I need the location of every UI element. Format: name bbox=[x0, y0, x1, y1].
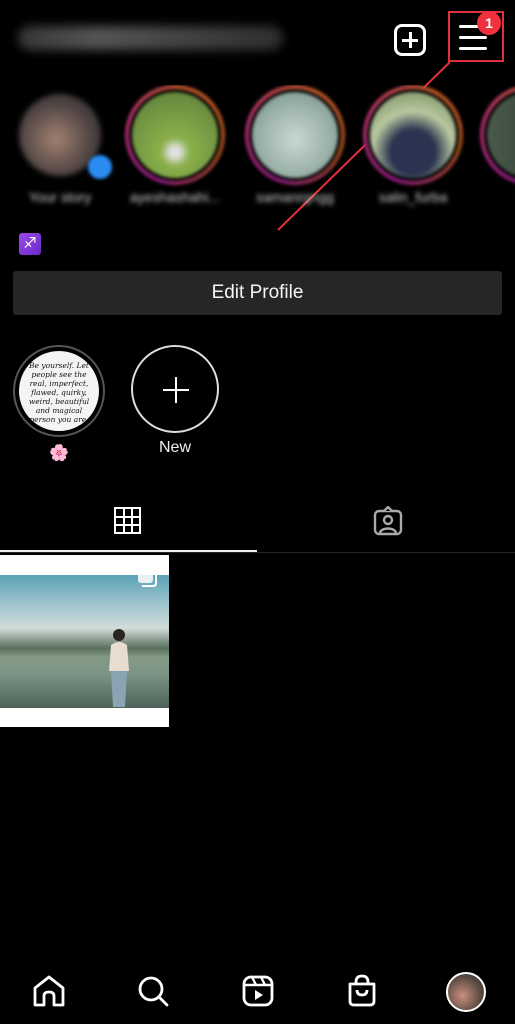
shopping-bag-icon[interactable] bbox=[344, 973, 380, 1009]
story-avatar bbox=[129, 89, 221, 181]
home-icon[interactable] bbox=[31, 973, 67, 1009]
stories-tray: Your story ayeshashahi... samanrgngg sal… bbox=[0, 85, 515, 215]
profile-avatar[interactable] bbox=[446, 972, 486, 1012]
story-own[interactable]: Your story bbox=[10, 85, 112, 205]
person-figure bbox=[109, 629, 129, 707]
cherry-blossom-icon: 🌸 bbox=[49, 445, 69, 462]
story-avatar bbox=[367, 89, 459, 181]
search-icon[interactable] bbox=[135, 973, 171, 1009]
story-label: dee bbox=[480, 189, 515, 205]
story-label: samanrgngg bbox=[256, 189, 334, 205]
add-story-plus-icon[interactable] bbox=[88, 155, 112, 179]
edit-profile-button[interactable]: Edit Profile bbox=[13, 271, 502, 315]
story-label: Your story bbox=[28, 189, 92, 205]
annotation-step-badge: 1 bbox=[477, 11, 501, 35]
post-thumbnail[interactable] bbox=[0, 555, 169, 727]
story-highlight[interactable]: Be yourself. Let people see the real, im… bbox=[13, 345, 105, 463]
tab-posts-grid[interactable] bbox=[0, 500, 257, 552]
reels-icon[interactable] bbox=[240, 973, 276, 1009]
story-item[interactable]: dee bbox=[480, 85, 515, 205]
new-highlight-button[interactable]: New bbox=[129, 345, 221, 457]
story-label: ayeshashahi... bbox=[129, 189, 221, 205]
story-item[interactable]: samanrgngg bbox=[245, 85, 345, 205]
profile-tabs bbox=[0, 500, 515, 553]
tagged-person-icon bbox=[373, 506, 403, 536]
grid-icon bbox=[114, 507, 141, 534]
story-avatar bbox=[249, 89, 341, 181]
top-bar: angelahelliaa 1 bbox=[0, 0, 515, 80]
carousel-icon bbox=[138, 568, 157, 587]
plus-square-icon[interactable] bbox=[394, 24, 426, 56]
plus-icon bbox=[131, 345, 219, 433]
story-item[interactable]: salin_furba bbox=[363, 85, 463, 205]
post-photo bbox=[0, 575, 169, 708]
story-label: salin_furba bbox=[378, 189, 448, 205]
tab-tagged[interactable] bbox=[258, 500, 515, 552]
new-highlight-label: New bbox=[158, 439, 191, 456]
bottom-nav bbox=[0, 965, 515, 1020]
story-item[interactable]: ayeshashahi... bbox=[125, 85, 225, 205]
highlight-cover-text: Be yourself. Let people see the real, im… bbox=[19, 351, 99, 431]
story-avatar bbox=[484, 89, 515, 181]
sagittarius-emoji-icon: ♐ bbox=[19, 233, 41, 255]
username-blurred[interactable]: angelahelliaa bbox=[18, 26, 283, 50]
